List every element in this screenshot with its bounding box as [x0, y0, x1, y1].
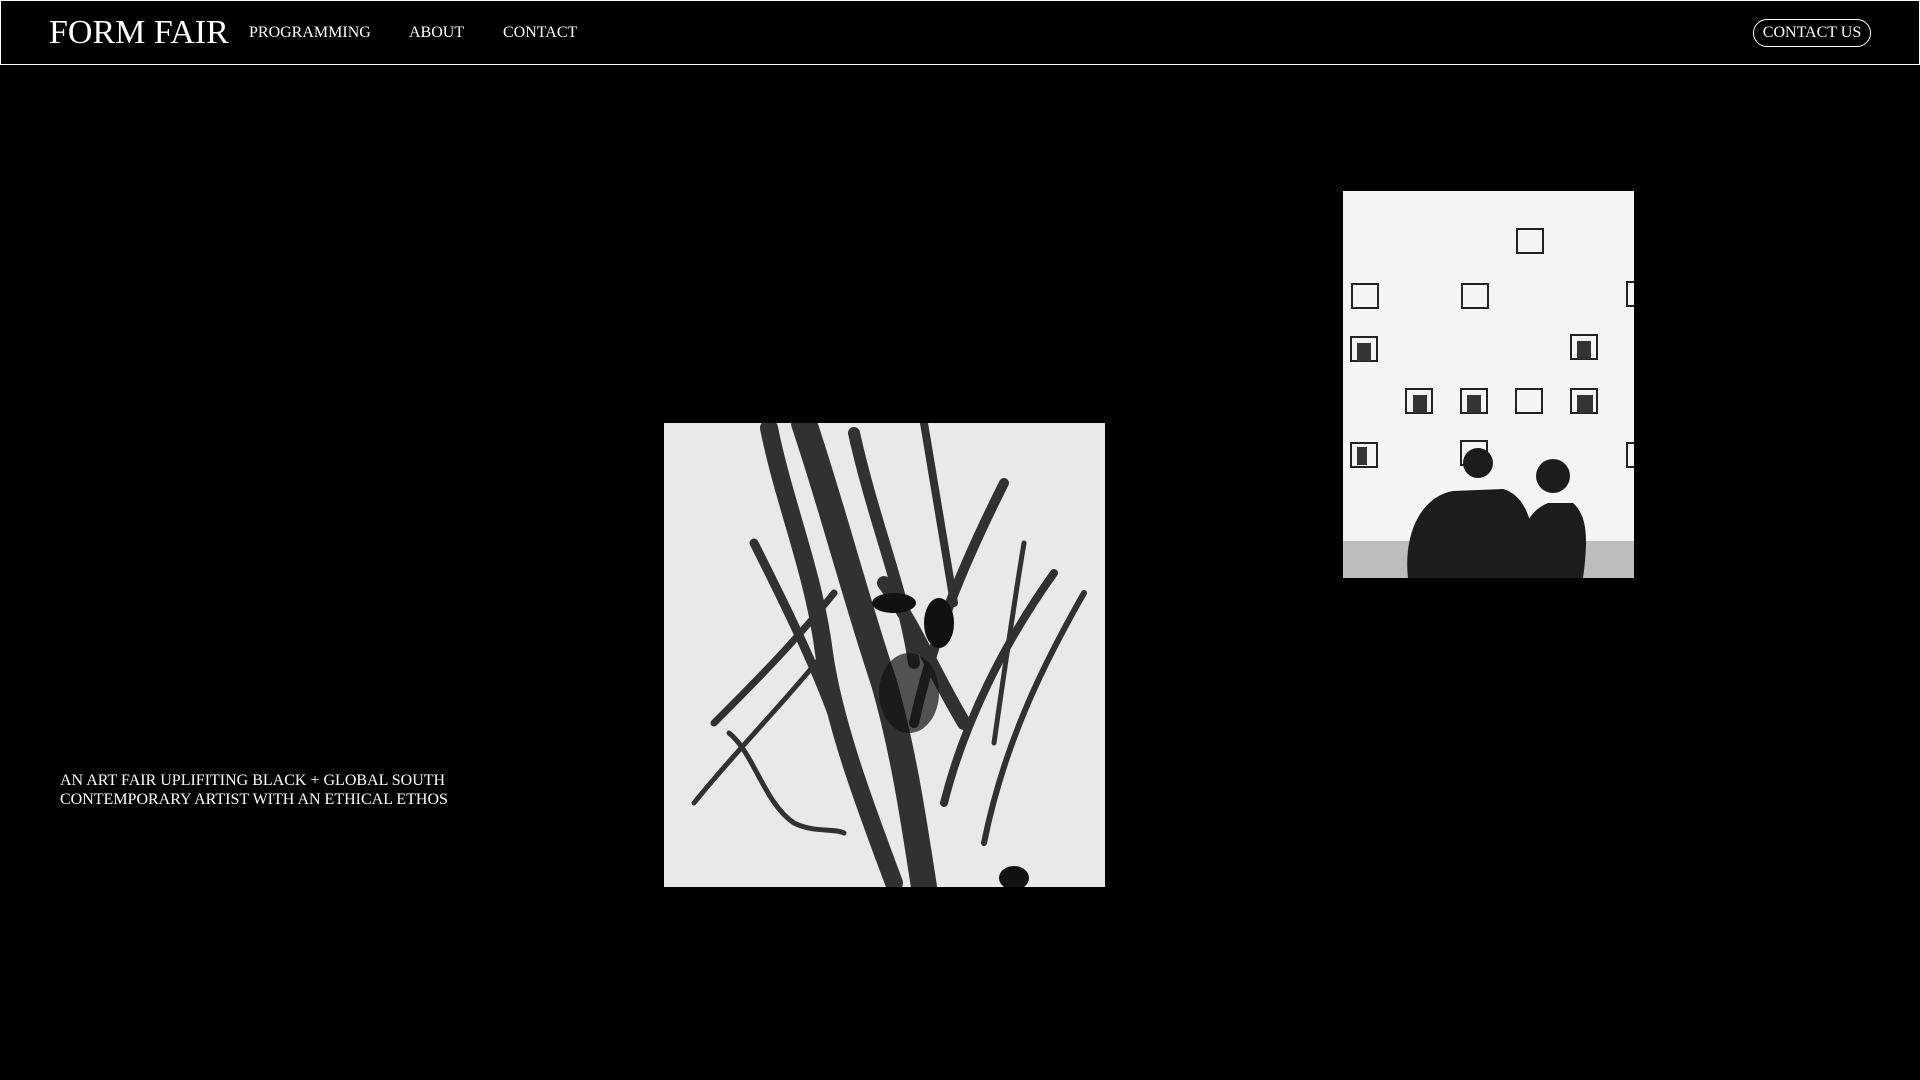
ink-painting-image — [664, 423, 1105, 887]
site-header: FORM FAIR PROGRAMMING ABOUT CONTACT CONT… — [0, 0, 1920, 65]
tagline-line-2: CONTEMPORARY ARTIST WITH AN ETHICAL ETHO… — [60, 791, 448, 808]
tagline-line-1: AN ART FAIR UPLIFITING BLACK + GLOBAL SO… — [60, 772, 446, 789]
gallery-visitors-image — [1343, 191, 1634, 578]
logo[interactable]: FORM FAIR — [49, 13, 229, 53]
nav-programming[interactable]: PROGRAMMING — [249, 23, 371, 43]
nav-about[interactable]: ABOUT — [409, 23, 464, 43]
nav-contact[interactable]: CONTACT — [503, 23, 577, 43]
hero-tagline: AN ART FAIR UPLIFITING BLACK + GLOBAL SO… — [60, 771, 448, 809]
contact-us-button[interactable]: CONTACT US — [1753, 19, 1871, 47]
